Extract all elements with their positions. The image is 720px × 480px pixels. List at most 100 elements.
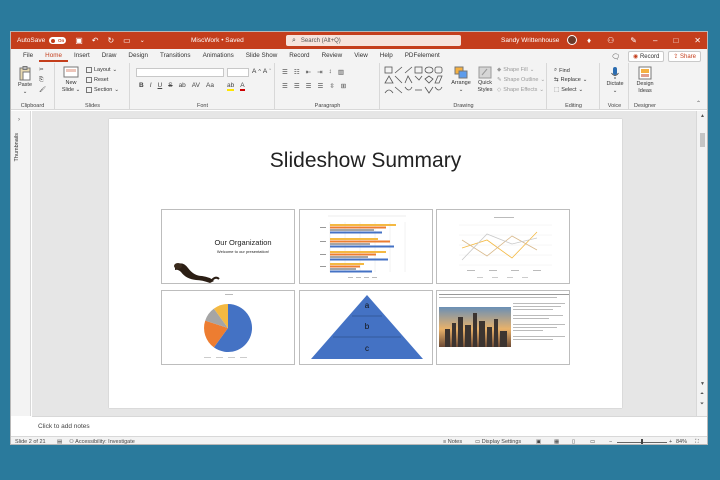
tab-slide-show[interactable]: Slide Show — [240, 52, 284, 62]
share-button[interactable]: ⇪ Share — [668, 51, 701, 62]
customize-qat-icon[interactable]: ⌄ — [140, 37, 145, 44]
bold-icon[interactable]: B — [139, 82, 144, 89]
collapse-ribbon-icon[interactable]: ⌃ — [696, 100, 701, 107]
tab-animations[interactable]: Animations — [197, 52, 240, 62]
strikethrough-icon[interactable]: S — [168, 82, 172, 89]
user-name[interactable]: Sandy Writtenhouse — [501, 37, 559, 44]
shape-outline-button[interactable]: ✎ Shape Outline ⌄ — [497, 77, 545, 83]
summary-thumb-6[interactable] — [436, 290, 570, 365]
text-direction-icon[interactable]: ⇳ — [329, 82, 334, 90]
tab-review[interactable]: Review — [316, 52, 349, 62]
tab-transitions[interactable]: Transitions — [154, 52, 197, 62]
next-slide-icon[interactable]: ⏷ — [700, 401, 704, 407]
display-settings-button[interactable]: ▭ Display Settings — [475, 439, 521, 444]
shape-fill-button[interactable]: ◆ Shape Fill ⌄ — [497, 67, 534, 73]
new-slide-button[interactable]: New Slide ⌄ — [60, 66, 82, 93]
document-title[interactable]: MiscWork • Saved — [191, 37, 244, 44]
summary-thumb-1[interactable]: Our Organization Welcome to our presenta… — [161, 209, 295, 284]
avatar[interactable] — [567, 35, 577, 45]
thumbnails-pane[interactable]: › Thumbnails — [11, 111, 31, 416]
summary-thumb-3[interactable] — [436, 209, 570, 284]
autosave-toggle[interactable]: On — [49, 37, 67, 44]
underline-icon[interactable]: U — [158, 82, 163, 89]
bullets-icon[interactable]: ☰ — [282, 68, 288, 76]
scroll-up-icon[interactable]: ▲ — [700, 113, 705, 119]
tab-help[interactable]: Help — [374, 52, 399, 62]
columns-icon[interactable]: ▥ — [338, 68, 344, 76]
font-size-input[interactable] — [227, 68, 249, 77]
quick-styles-button[interactable]: Quick Styles — [474, 66, 496, 93]
zoom-slider-knob[interactable] — [641, 439, 643, 444]
tab-file[interactable]: File — [17, 52, 39, 62]
diamond-icon[interactable]: ♦ — [587, 36, 591, 45]
save-icon[interactable]: ▣ — [75, 36, 83, 45]
decrease-indent-icon[interactable]: ⇤ — [306, 68, 311, 76]
redo-icon[interactable]: ↻ — [107, 36, 114, 45]
zoom-in-icon[interactable]: + — [669, 439, 672, 444]
maximize-icon[interactable]: □ — [673, 36, 678, 45]
slideshow-view-icon[interactable]: ▭ — [590, 439, 595, 444]
notes-button[interactable]: ≡ Notes — [443, 439, 462, 444]
current-slide[interactable]: Slideshow Summary Our Organization Welco… — [109, 119, 622, 408]
summary-thumb-4[interactable] — [161, 290, 295, 365]
minimize-icon[interactable]: – — [653, 36, 657, 45]
section-button[interactable]: Section ⌄ — [86, 87, 119, 93]
tab-home[interactable]: Home — [39, 52, 68, 62]
grow-font-icon[interactable]: A ^ Aˇ — [252, 68, 271, 75]
zoom-level[interactable]: 84% — [676, 439, 687, 444]
vertical-scrollbar[interactable]: ▲ ▼ ⏶ ⏷ — [696, 111, 707, 416]
tab-pdfelement[interactable]: PDFelement — [399, 52, 446, 62]
close-icon[interactable]: ✕ — [694, 36, 701, 45]
design-ideas-button[interactable]: Design Ideas — [632, 66, 658, 94]
fit-to-window-icon[interactable]: ⛶ — [695, 439, 699, 444]
find-button[interactable]: ⌕ Find — [554, 67, 570, 74]
line-spacing-icon[interactable]: ↕ — [329, 68, 332, 76]
pen-icon[interactable]: ✎ — [630, 36, 637, 45]
scrollbar-thumb[interactable] — [700, 133, 705, 147]
copy-icon[interactable]: ⎘ — [39, 77, 43, 84]
undo-icon[interactable]: ↶ — [92, 36, 99, 45]
chevron-right-icon[interactable]: › — [18, 117, 20, 123]
tab-view[interactable]: View — [348, 52, 374, 62]
layout-button[interactable]: Layout ⌄ — [86, 67, 117, 73]
justify-icon[interactable]: ☰ — [317, 82, 323, 90]
record-button[interactable]: ◉ Record — [628, 51, 665, 62]
search-box[interactable]: ⌕ Search (Alt+Q) — [286, 35, 461, 46]
font-color-icon[interactable]: A — [240, 82, 245, 91]
numbering-icon[interactable]: ☷ — [294, 68, 300, 76]
slide-sorter-icon[interactable]: ▦ — [554, 439, 559, 444]
paste-button[interactable]: Paste ⌄ — [15, 66, 35, 95]
case-icon[interactable]: Aa — [206, 82, 214, 89]
format-painter-icon[interactable]: 🖌 — [39, 87, 46, 93]
smartart-icon[interactable]: ⊞ — [341, 82, 346, 90]
increase-indent-icon[interactable]: ⇥ — [317, 68, 322, 76]
shapes-gallery[interactable] — [384, 65, 448, 99]
dictate-button[interactable]: Dictate ⌄ — [603, 66, 627, 94]
highlight-icon[interactable]: ab — [227, 82, 235, 91]
previous-slide-icon[interactable]: ⏶ — [700, 391, 704, 397]
slide-title[interactable]: Slideshow Summary — [109, 149, 622, 173]
present-icon[interactable]: ▭ — [123, 36, 131, 45]
spacing-icon[interactable]: AV — [192, 82, 200, 89]
comments-icon[interactable]: 🗨 — [611, 53, 620, 61]
reading-view-icon[interactable]: ▯ — [572, 439, 575, 444]
coauthor-icon[interactable]: ⚇ — [607, 36, 614, 45]
summary-thumb-2[interactable] — [299, 209, 433, 284]
summary-thumb-5[interactable]: a b c — [299, 290, 433, 365]
zoom-out-icon[interactable]: − — [609, 439, 612, 444]
tab-record[interactable]: Record — [283, 52, 315, 62]
scroll-down-icon[interactable]: ▼ — [700, 381, 705, 387]
cut-icon[interactable]: ✂ — [39, 67, 44, 73]
arrange-button[interactable]: Arrange ⌄ — [449, 66, 473, 93]
align-right-icon[interactable]: ☰ — [306, 82, 312, 90]
replace-button[interactable]: ⇆ Replace ⌄ — [554, 77, 587, 83]
notes-pane[interactable]: Click to add notes — [32, 416, 707, 436]
tab-insert[interactable]: Insert — [68, 52, 96, 62]
align-center-icon[interactable]: ☰ — [294, 82, 300, 90]
italic-icon[interactable]: I — [150, 82, 152, 89]
normal-view-icon[interactable]: ▣ — [536, 439, 541, 444]
spelling-icon[interactable]: ▤ — [57, 439, 62, 444]
tab-design[interactable]: Design — [122, 52, 154, 62]
select-button[interactable]: ⬚ Select ⌄ — [554, 87, 583, 93]
reset-button[interactable]: Reset — [86, 77, 108, 83]
